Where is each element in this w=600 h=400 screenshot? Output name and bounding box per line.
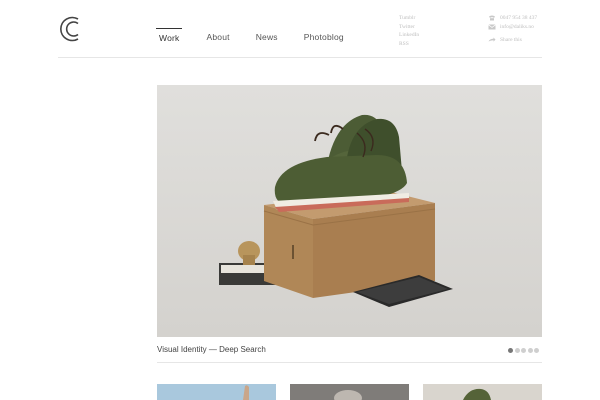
- social-link-rss[interactable]: RSS: [399, 40, 419, 49]
- cc-logo-icon: [60, 16, 79, 42]
- hero-slide-image[interactable]: [157, 85, 542, 337]
- contact-info: 0047 954 38 437 info@daliks.no: [488, 14, 537, 31]
- nav-item-photoblog[interactable]: Photoblog: [302, 28, 346, 48]
- project-thumbnail-icon: [290, 384, 409, 400]
- slide-dot-1[interactable]: [508, 348, 513, 353]
- project-thumbnail-1[interactable]: [157, 384, 276, 400]
- project-thumbnail-2[interactable]: [290, 384, 409, 400]
- email-address: info@daliks.no: [500, 23, 534, 30]
- project-thumbnail-icon: [157, 384, 276, 400]
- product-photo: [157, 85, 542, 337]
- slide-dot-4[interactable]: [527, 348, 533, 353]
- slide-dot-3[interactable]: [521, 348, 526, 353]
- contact-email[interactable]: info@daliks.no: [488, 23, 537, 32]
- share-arrow-icon: [488, 37, 496, 42]
- project-thumbnail-3[interactable]: [423, 384, 542, 400]
- slide-dot-2[interactable]: [514, 348, 520, 353]
- slide-pagination: [508, 348, 541, 353]
- social-link-twitter[interactable]: Twitter: [399, 23, 419, 32]
- nav-item-work[interactable]: Work: [156, 28, 183, 48]
- phone-icon: [489, 15, 495, 21]
- share-link[interactable]: Share this: [488, 37, 522, 43]
- mail-icon: [488, 24, 496, 30]
- phone-number: 0047 954 38 437: [500, 15, 538, 22]
- contact-phone: 0047 954 38 437: [488, 14, 537, 23]
- share-label: Share this: [500, 37, 522, 43]
- main-nav: Work About News Photoblog: [156, 28, 368, 48]
- content-divider: [157, 362, 542, 363]
- social-links: Tumblr Twitter LinkedIn RSS: [399, 14, 419, 48]
- header-divider: [58, 57, 542, 58]
- social-link-linkedin[interactable]: LinkedIn: [399, 31, 419, 40]
- nav-item-about[interactable]: About: [204, 28, 231, 48]
- project-thumbnail-icon: [423, 384, 542, 400]
- nav-item-news[interactable]: News: [254, 28, 280, 48]
- slide-caption: Visual Identity — Deep Search: [157, 345, 266, 354]
- logo[interactable]: [58, 14, 86, 44]
- social-link-tumblr[interactable]: Tumblr: [399, 14, 419, 23]
- slide-dot-5[interactable]: [534, 348, 539, 353]
